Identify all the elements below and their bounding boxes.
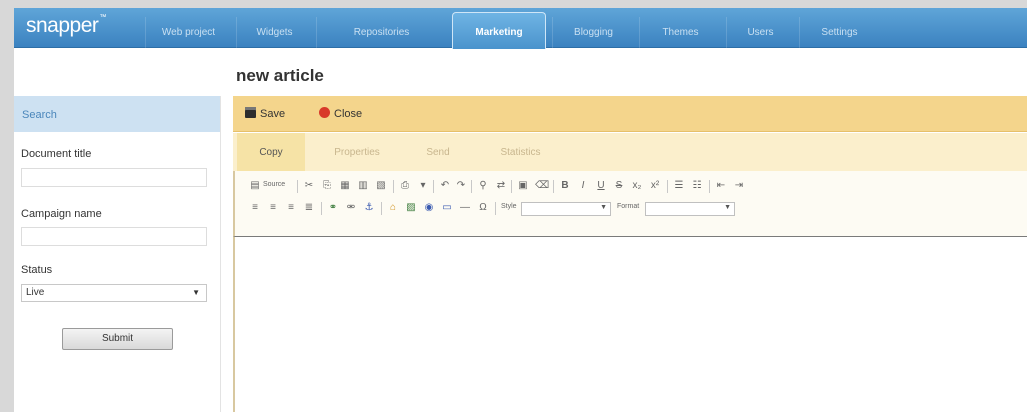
tab-send[interactable]: Send bbox=[408, 133, 468, 171]
indent-icon[interactable]: ⇥ bbox=[733, 180, 745, 192]
cut-icon[interactable]: ✂ bbox=[303, 180, 315, 192]
format-select[interactable]: ▼ bbox=[645, 202, 735, 216]
toolbar-separator bbox=[433, 180, 434, 193]
toolbar-separator bbox=[511, 180, 512, 193]
undo-icon[interactable]: ↶ bbox=[439, 180, 451, 192]
align-center-icon[interactable]: ≡ bbox=[267, 202, 279, 214]
top-navigation-bar: snapper™ Web project Widgets Repositorie… bbox=[14, 8, 1027, 49]
bold-icon[interactable]: B bbox=[559, 180, 571, 192]
tab-users[interactable]: Users bbox=[726, 17, 794, 48]
copy-icon[interactable]: ⎘ bbox=[321, 180, 333, 192]
close-button-label: Close bbox=[334, 108, 363, 120]
outdent-icon[interactable]: ⇤ bbox=[715, 180, 727, 192]
bulleted-list-icon[interactable]: ☷ bbox=[691, 180, 703, 192]
remove-format-icon[interactable]: ⌫ bbox=[535, 180, 549, 192]
toolbar-separator bbox=[321, 202, 322, 215]
tab-web-project[interactable]: Web project bbox=[145, 17, 231, 48]
superscript-icon[interactable]: x² bbox=[649, 180, 661, 192]
save-button[interactable]: Save bbox=[245, 107, 285, 120]
tab-themes[interactable]: Themes bbox=[639, 17, 721, 48]
status-select[interactable]: Live ▼ bbox=[21, 284, 207, 302]
toolbar-separator bbox=[495, 202, 496, 215]
document-title-label: Document title bbox=[21, 148, 92, 160]
save-button-label: Save bbox=[260, 108, 286, 120]
insert-flash-icon[interactable]: ◉ bbox=[423, 202, 435, 214]
insert-table-icon[interactable]: ▭ bbox=[441, 202, 453, 214]
style-label: Style bbox=[501, 203, 517, 210]
tab-repositories[interactable]: Repositories bbox=[316, 17, 446, 48]
view-source-icon[interactable]: ▤ bbox=[249, 180, 261, 192]
logo-text: snapper bbox=[26, 14, 99, 37]
align-justify-icon[interactable]: ≣ bbox=[303, 202, 315, 214]
logo-trademark: ™ bbox=[99, 14, 106, 21]
paste-text-icon[interactable]: ▥ bbox=[357, 180, 369, 192]
unlink-icon[interactable]: ⚮ bbox=[345, 202, 357, 214]
status-label: Status bbox=[21, 264, 53, 276]
tab-settings[interactable]: Settings bbox=[799, 17, 879, 48]
strikethrough-icon[interactable]: S bbox=[613, 180, 625, 192]
print-icon[interactable]: ⎙ bbox=[399, 180, 411, 192]
toolbar-separator bbox=[709, 180, 710, 193]
tab-copy[interactable]: Copy bbox=[237, 133, 305, 171]
app-window: snapper™ Web project Widgets Repositorie… bbox=[14, 8, 1027, 412]
toolbar-separator bbox=[393, 180, 394, 193]
document-title-input[interactable] bbox=[21, 168, 207, 187]
special-character-icon[interactable]: Ω bbox=[477, 202, 489, 214]
search-panel-header: Search bbox=[14, 96, 220, 132]
logo[interactable]: snapper™ bbox=[26, 14, 106, 38]
subscript-icon[interactable]: x₂ bbox=[631, 180, 643, 192]
toolbar-row-1: ▤ Source ✂ ⎘ ▦ ▥ ▧ ⎙ ▾ ↶ ↷ ⚲ ⇄ ▣ ⌫ B I U… bbox=[249, 178, 1009, 196]
search-panel: Search Document title Campaign name Stat… bbox=[14, 96, 221, 412]
anchor-icon[interactable]: ⚓ bbox=[363, 202, 375, 214]
numbered-list-icon[interactable]: ☰ bbox=[673, 180, 685, 192]
floppy-disk-icon bbox=[245, 107, 256, 118]
tab-widgets[interactable]: Widgets bbox=[236, 17, 312, 48]
italic-icon[interactable]: I bbox=[577, 180, 589, 192]
chevron-down-icon: ▼ bbox=[192, 288, 200, 297]
tab-blogging[interactable]: Blogging bbox=[552, 17, 634, 48]
chevron-down-icon: ▼ bbox=[724, 204, 731, 211]
spellcheck-icon[interactable]: ▾ bbox=[417, 180, 429, 192]
submit-button[interactable]: Submit bbox=[62, 328, 173, 350]
link-icon[interactable]: ⚭ bbox=[327, 202, 339, 214]
page-title: new article bbox=[236, 66, 324, 85]
tab-properties[interactable]: Properties bbox=[313, 133, 401, 171]
horizontal-rule-icon[interactable]: ― bbox=[459, 202, 471, 214]
paste-icon[interactable]: ▦ bbox=[339, 180, 351, 192]
tab-statistics[interactable]: Statistics bbox=[478, 133, 563, 171]
chevron-down-icon: ▼ bbox=[600, 204, 607, 211]
toolbar-separator bbox=[471, 180, 472, 193]
style-select[interactable]: ▼ bbox=[521, 202, 611, 216]
redo-icon[interactable]: ↷ bbox=[455, 180, 467, 192]
article-editor: Save Close Copy Properties Send Statisti… bbox=[233, 96, 1027, 412]
find-icon[interactable]: ⚲ bbox=[477, 180, 489, 192]
rich-text-toolbar: ▤ Source ✂ ⎘ ▦ ▥ ▧ ⎙ ▾ ↶ ↷ ⚲ ⇄ ▣ ⌫ B I U… bbox=[233, 171, 1027, 237]
replace-icon[interactable]: ⇄ bbox=[495, 180, 507, 192]
align-right-icon[interactable]: ≡ bbox=[285, 202, 297, 214]
campaign-name-label: Campaign name bbox=[21, 208, 102, 220]
toolbar-separator bbox=[381, 202, 382, 215]
status-select-value: Live bbox=[26, 287, 45, 298]
campaign-name-input[interactable] bbox=[21, 227, 207, 246]
editor-content-area[interactable] bbox=[233, 237, 1027, 412]
format-label: Format bbox=[617, 203, 640, 210]
tab-marketing[interactable]: Marketing bbox=[452, 12, 546, 49]
paste-word-icon[interactable]: ▧ bbox=[375, 180, 387, 192]
toolbar-separator bbox=[553, 180, 554, 193]
toolbar-separator bbox=[297, 180, 298, 193]
close-icon bbox=[319, 107, 330, 118]
align-left-icon[interactable]: ≡ bbox=[249, 202, 261, 214]
toolbar-separator bbox=[667, 180, 668, 193]
close-button[interactable]: Close bbox=[319, 107, 362, 120]
toolbar-row-2: ≡ ≡ ≡ ≣ ⚭ ⚮ ⚓ ⌂ ▨ ◉ ▭ ― Ω Style ▼ Format… bbox=[249, 200, 1009, 218]
underline-icon[interactable]: U bbox=[595, 180, 607, 192]
insert-image-icon[interactable]: ⌂ bbox=[387, 202, 399, 214]
select-all-icon[interactable]: ▣ bbox=[517, 180, 529, 192]
editor-tab-bar: Copy Properties Send Statistics bbox=[233, 133, 1027, 171]
insert-picture-icon[interactable]: ▨ bbox=[405, 202, 417, 214]
source-button-label[interactable]: Source bbox=[263, 181, 285, 188]
action-bar: Save Close bbox=[233, 96, 1027, 132]
